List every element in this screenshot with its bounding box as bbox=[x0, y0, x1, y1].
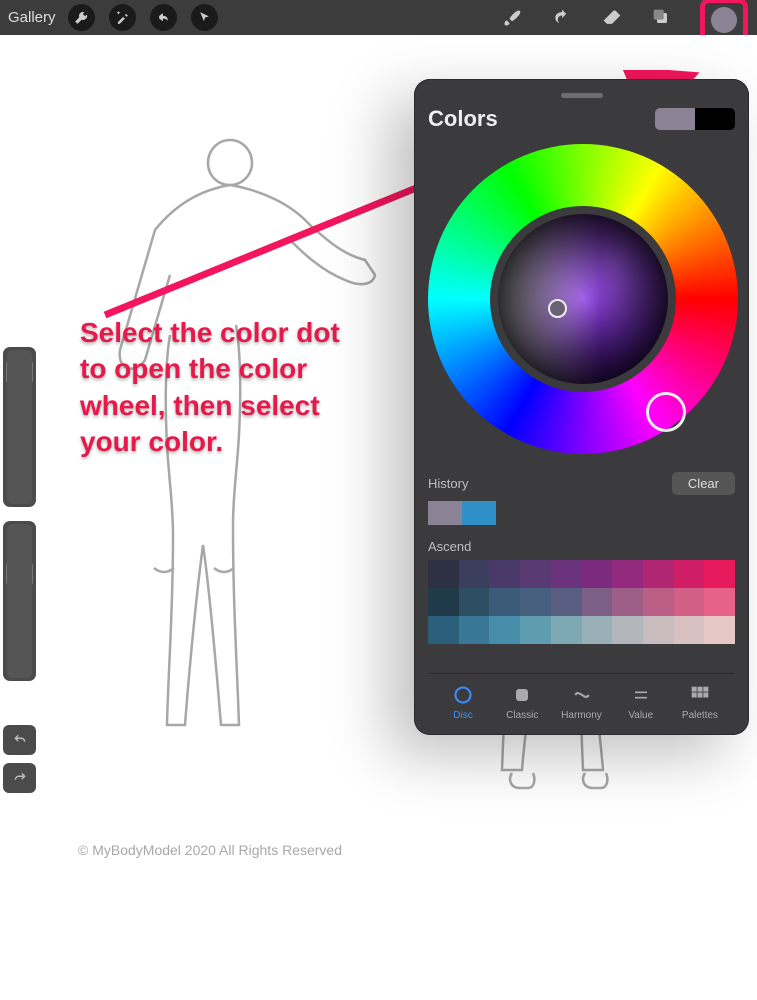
slider-thumb[interactable] bbox=[6, 561, 33, 587]
redo-icon[interactable] bbox=[3, 763, 36, 793]
palette-swatch[interactable] bbox=[459, 588, 490, 616]
palette-swatch[interactable] bbox=[704, 560, 735, 588]
cursor-icon[interactable] bbox=[191, 4, 218, 31]
secondary-swatch[interactable] bbox=[695, 108, 735, 130]
history-swatch[interactable] bbox=[462, 501, 496, 525]
palette-swatch[interactable] bbox=[520, 560, 551, 588]
tab-label: Classic bbox=[506, 710, 538, 721]
primary-swatch[interactable] bbox=[655, 108, 695, 130]
tab-harmony[interactable]: Harmony bbox=[553, 684, 611, 721]
history-label: History bbox=[428, 476, 468, 491]
palette-swatch[interactable] bbox=[582, 588, 613, 616]
palette-swatch[interactable] bbox=[428, 616, 459, 644]
tab-value[interactable]: Value bbox=[612, 684, 670, 721]
palette-swatch[interactable] bbox=[643, 560, 674, 588]
panel-grabber[interactable] bbox=[561, 93, 603, 98]
palette-swatch[interactable] bbox=[704, 588, 735, 616]
palette-swatch[interactable] bbox=[459, 560, 490, 588]
colors-panel: Colors History Clear Ascend Disc Classic H… bbox=[414, 79, 749, 735]
tab-label: Harmony bbox=[561, 710, 602, 721]
current-swatches[interactable] bbox=[655, 108, 735, 130]
palette-swatch[interactable] bbox=[674, 588, 705, 616]
wand-icon[interactable] bbox=[109, 4, 136, 31]
brush-opacity-slider[interactable] bbox=[3, 521, 36, 681]
palette-label: Ascend bbox=[428, 539, 735, 554]
palette-grid bbox=[428, 560, 735, 644]
current-color-dot[interactable] bbox=[711, 7, 737, 33]
palette-swatch[interactable] bbox=[582, 616, 613, 644]
palette-swatch[interactable] bbox=[520, 588, 551, 616]
side-slider-group bbox=[3, 347, 36, 801]
palette-swatch[interactable] bbox=[643, 588, 674, 616]
canvas[interactable]: Select the color dot to open the color w… bbox=[0, 35, 757, 1000]
palette-swatch[interactable] bbox=[674, 616, 705, 644]
palette-swatch[interactable] bbox=[551, 616, 582, 644]
gallery-button[interactable]: Gallery bbox=[8, 9, 56, 26]
tab-disc[interactable]: Disc bbox=[434, 684, 492, 721]
palette-swatch[interactable] bbox=[489, 588, 520, 616]
panel-title: Colors bbox=[428, 106, 498, 132]
tab-classic[interactable]: Classic bbox=[493, 684, 551, 721]
palette-swatch[interactable] bbox=[612, 560, 643, 588]
brush-icon[interactable] bbox=[501, 7, 523, 29]
value-icon bbox=[630, 684, 652, 706]
eraser-icon[interactable] bbox=[601, 7, 623, 29]
wrench-icon[interactable] bbox=[68, 4, 95, 31]
palette-swatch[interactable] bbox=[459, 616, 490, 644]
palette-swatch[interactable] bbox=[612, 616, 643, 644]
top-toolbar: Gallery bbox=[0, 0, 757, 35]
harmony-icon bbox=[571, 684, 593, 706]
palette-swatch[interactable] bbox=[551, 588, 582, 616]
history-swatch[interactable] bbox=[428, 501, 462, 525]
palette-swatch[interactable] bbox=[612, 588, 643, 616]
copyright-text: © MyBodyModel 2020 All Rights Reserved bbox=[78, 842, 342, 858]
disc-icon bbox=[452, 684, 474, 706]
smudge-icon[interactable] bbox=[551, 7, 573, 29]
brush-size-slider[interactable] bbox=[3, 347, 36, 507]
palette-swatch[interactable] bbox=[582, 560, 613, 588]
palette-swatch[interactable] bbox=[428, 588, 459, 616]
palette-swatch[interactable] bbox=[520, 616, 551, 644]
palette-swatch[interactable] bbox=[674, 560, 705, 588]
palette-swatch[interactable] bbox=[704, 616, 735, 644]
saturation-value-disc[interactable] bbox=[498, 214, 668, 384]
undo-icon[interactable] bbox=[3, 725, 36, 755]
palette-swatch[interactable] bbox=[428, 560, 459, 588]
palette-swatch[interactable] bbox=[643, 616, 674, 644]
color-wheel[interactable] bbox=[428, 144, 738, 454]
color-panel-tabs: Disc Classic Harmony Value Palettes bbox=[428, 673, 735, 725]
selection-icon[interactable] bbox=[150, 4, 177, 31]
tab-label: Value bbox=[628, 710, 653, 721]
classic-icon bbox=[511, 684, 533, 706]
hue-cursor[interactable] bbox=[646, 392, 686, 432]
tab-palettes[interactable]: Palettes bbox=[671, 684, 729, 721]
history-strip bbox=[428, 501, 735, 525]
palette-swatch[interactable] bbox=[551, 560, 582, 588]
clear-history-button[interactable]: Clear bbox=[672, 472, 735, 495]
annotation-text: Select the color dot to open the color w… bbox=[80, 315, 370, 461]
palette-swatch[interactable] bbox=[489, 560, 520, 588]
palettes-icon bbox=[689, 684, 711, 706]
tab-label: Palettes bbox=[682, 710, 718, 721]
sv-cursor[interactable] bbox=[548, 299, 567, 318]
slider-thumb[interactable] bbox=[6, 359, 33, 385]
tab-label: Disc bbox=[453, 710, 472, 721]
layers-icon[interactable] bbox=[651, 7, 673, 29]
palette-swatch[interactable] bbox=[489, 616, 520, 644]
